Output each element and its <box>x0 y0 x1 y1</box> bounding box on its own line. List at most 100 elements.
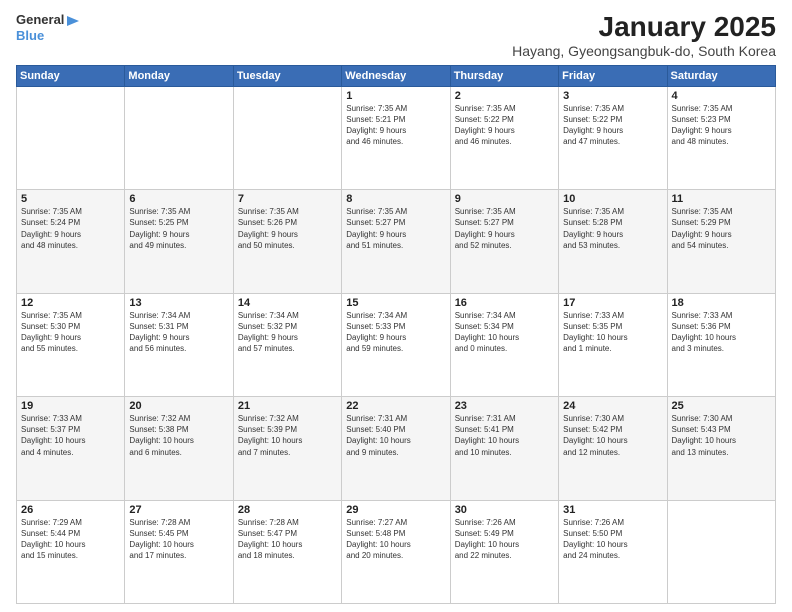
day-number: 2 <box>455 90 554 102</box>
header-friday: Friday <box>559 65 667 86</box>
day-number: 26 <box>21 504 120 516</box>
day-info: Sunrise: 7:33 AM Sunset: 5:35 PM Dayligh… <box>563 310 662 355</box>
day-number: 22 <box>346 400 445 412</box>
calendar-cell: 6Sunrise: 7:35 AM Sunset: 5:25 PM Daylig… <box>125 190 233 293</box>
calendar-cell <box>17 86 125 189</box>
calendar-cell: 5Sunrise: 7:35 AM Sunset: 5:24 PM Daylig… <box>17 190 125 293</box>
title-block: January 2025 Hayang, Gyeongsangbuk-do, S… <box>512 12 776 59</box>
day-info: Sunrise: 7:26 AM Sunset: 5:50 PM Dayligh… <box>563 517 662 562</box>
calendar-cell: 12Sunrise: 7:35 AM Sunset: 5:30 PM Dayli… <box>17 293 125 396</box>
day-number: 3 <box>563 90 662 102</box>
header-saturday: Saturday <box>667 65 775 86</box>
day-number: 6 <box>129 193 228 205</box>
calendar-cell: 21Sunrise: 7:32 AM Sunset: 5:39 PM Dayli… <box>233 397 341 500</box>
day-info: Sunrise: 7:32 AM Sunset: 5:38 PM Dayligh… <box>129 413 228 458</box>
week-row-0: 1Sunrise: 7:35 AM Sunset: 5:21 PM Daylig… <box>17 86 776 189</box>
header-wednesday: Wednesday <box>342 65 450 86</box>
calendar-subtitle: Hayang, Gyeongsangbuk-do, South Korea <box>512 43 776 59</box>
logo-arrow-icon <box>65 14 79 28</box>
day-info: Sunrise: 7:35 AM Sunset: 5:30 PM Dayligh… <box>21 310 120 355</box>
calendar-cell: 23Sunrise: 7:31 AM Sunset: 5:41 PM Dayli… <box>450 397 558 500</box>
calendar-cell: 7Sunrise: 7:35 AM Sunset: 5:26 PM Daylig… <box>233 190 341 293</box>
logo-text: General Blue <box>16 12 80 43</box>
day-info: Sunrise: 7:26 AM Sunset: 5:49 PM Dayligh… <box>455 517 554 562</box>
day-number: 31 <box>563 504 662 516</box>
calendar-cell: 16Sunrise: 7:34 AM Sunset: 5:34 PM Dayli… <box>450 293 558 396</box>
calendar-cell: 1Sunrise: 7:35 AM Sunset: 5:21 PM Daylig… <box>342 86 450 189</box>
day-number: 25 <box>672 400 771 412</box>
week-row-1: 5Sunrise: 7:35 AM Sunset: 5:24 PM Daylig… <box>17 190 776 293</box>
day-number: 18 <box>672 297 771 309</box>
day-info: Sunrise: 7:31 AM Sunset: 5:41 PM Dayligh… <box>455 413 554 458</box>
header: General Blue January 2025 Hayang, Gyeong… <box>16 12 776 59</box>
day-number: 7 <box>238 193 337 205</box>
calendar-cell <box>667 500 775 603</box>
day-number: 21 <box>238 400 337 412</box>
calendar-cell: 13Sunrise: 7:34 AM Sunset: 5:31 PM Dayli… <box>125 293 233 396</box>
day-info: Sunrise: 7:35 AM Sunset: 5:21 PM Dayligh… <box>346 103 445 148</box>
day-info: Sunrise: 7:28 AM Sunset: 5:45 PM Dayligh… <box>129 517 228 562</box>
day-number: 29 <box>346 504 445 516</box>
day-info: Sunrise: 7:29 AM Sunset: 5:44 PM Dayligh… <box>21 517 120 562</box>
calendar-cell: 15Sunrise: 7:34 AM Sunset: 5:33 PM Dayli… <box>342 293 450 396</box>
day-info: Sunrise: 7:33 AM Sunset: 5:37 PM Dayligh… <box>21 413 120 458</box>
page: General Blue January 2025 Hayang, Gyeong… <box>0 0 792 612</box>
day-number: 11 <box>672 193 771 205</box>
day-info: Sunrise: 7:35 AM Sunset: 5:29 PM Dayligh… <box>672 206 771 251</box>
day-info: Sunrise: 7:30 AM Sunset: 5:42 PM Dayligh… <box>563 413 662 458</box>
calendar-cell: 26Sunrise: 7:29 AM Sunset: 5:44 PM Dayli… <box>17 500 125 603</box>
week-row-2: 12Sunrise: 7:35 AM Sunset: 5:30 PM Dayli… <box>17 293 776 396</box>
day-number: 16 <box>455 297 554 309</box>
day-number: 27 <box>129 504 228 516</box>
day-number: 13 <box>129 297 228 309</box>
header-tuesday: Tuesday <box>233 65 341 86</box>
day-info: Sunrise: 7:35 AM Sunset: 5:24 PM Dayligh… <box>21 206 120 251</box>
day-number: 30 <box>455 504 554 516</box>
day-number: 19 <box>21 400 120 412</box>
calendar-cell: 14Sunrise: 7:34 AM Sunset: 5:32 PM Dayli… <box>233 293 341 396</box>
day-number: 28 <box>238 504 337 516</box>
calendar-cell: 30Sunrise: 7:26 AM Sunset: 5:49 PM Dayli… <box>450 500 558 603</box>
calendar-cell: 28Sunrise: 7:28 AM Sunset: 5:47 PM Dayli… <box>233 500 341 603</box>
calendar-cell: 18Sunrise: 7:33 AM Sunset: 5:36 PM Dayli… <box>667 293 775 396</box>
calendar-cell: 27Sunrise: 7:28 AM Sunset: 5:45 PM Dayli… <box>125 500 233 603</box>
day-info: Sunrise: 7:34 AM Sunset: 5:31 PM Dayligh… <box>129 310 228 355</box>
day-info: Sunrise: 7:30 AM Sunset: 5:43 PM Dayligh… <box>672 413 771 458</box>
day-number: 20 <box>129 400 228 412</box>
calendar-cell: 31Sunrise: 7:26 AM Sunset: 5:50 PM Dayli… <box>559 500 667 603</box>
calendar-table: Sunday Monday Tuesday Wednesday Thursday… <box>16 65 776 604</box>
calendar-cell: 11Sunrise: 7:35 AM Sunset: 5:29 PM Dayli… <box>667 190 775 293</box>
day-info: Sunrise: 7:34 AM Sunset: 5:33 PM Dayligh… <box>346 310 445 355</box>
calendar-cell <box>125 86 233 189</box>
calendar-cell: 4Sunrise: 7:35 AM Sunset: 5:23 PM Daylig… <box>667 86 775 189</box>
calendar-cell: 17Sunrise: 7:33 AM Sunset: 5:35 PM Dayli… <box>559 293 667 396</box>
calendar-cell: 29Sunrise: 7:27 AM Sunset: 5:48 PM Dayli… <box>342 500 450 603</box>
day-number: 24 <box>563 400 662 412</box>
day-number: 23 <box>455 400 554 412</box>
day-info: Sunrise: 7:34 AM Sunset: 5:32 PM Dayligh… <box>238 310 337 355</box>
day-number: 8 <box>346 193 445 205</box>
day-number: 4 <box>672 90 771 102</box>
calendar-cell <box>233 86 341 189</box>
day-info: Sunrise: 7:28 AM Sunset: 5:47 PM Dayligh… <box>238 517 337 562</box>
day-info: Sunrise: 7:31 AM Sunset: 5:40 PM Dayligh… <box>346 413 445 458</box>
calendar-cell: 25Sunrise: 7:30 AM Sunset: 5:43 PM Dayli… <box>667 397 775 500</box>
day-info: Sunrise: 7:33 AM Sunset: 5:36 PM Dayligh… <box>672 310 771 355</box>
day-number: 15 <box>346 297 445 309</box>
week-row-3: 19Sunrise: 7:33 AM Sunset: 5:37 PM Dayli… <box>17 397 776 500</box>
calendar-cell: 9Sunrise: 7:35 AM Sunset: 5:27 PM Daylig… <box>450 190 558 293</box>
day-info: Sunrise: 7:35 AM Sunset: 5:28 PM Dayligh… <box>563 206 662 251</box>
calendar-title: January 2025 <box>512 12 776 43</box>
day-number: 17 <box>563 297 662 309</box>
weekday-header-row: Sunday Monday Tuesday Wednesday Thursday… <box>17 65 776 86</box>
calendar-cell: 22Sunrise: 7:31 AM Sunset: 5:40 PM Dayli… <box>342 397 450 500</box>
calendar-cell: 20Sunrise: 7:32 AM Sunset: 5:38 PM Dayli… <box>125 397 233 500</box>
day-info: Sunrise: 7:35 AM Sunset: 5:25 PM Dayligh… <box>129 206 228 251</box>
day-info: Sunrise: 7:35 AM Sunset: 5:27 PM Dayligh… <box>346 206 445 251</box>
logo: General Blue <box>16 12 80 43</box>
day-number: 1 <box>346 90 445 102</box>
day-number: 9 <box>455 193 554 205</box>
day-info: Sunrise: 7:35 AM Sunset: 5:22 PM Dayligh… <box>563 103 662 148</box>
day-info: Sunrise: 7:35 AM Sunset: 5:22 PM Dayligh… <box>455 103 554 148</box>
header-monday: Monday <box>125 65 233 86</box>
